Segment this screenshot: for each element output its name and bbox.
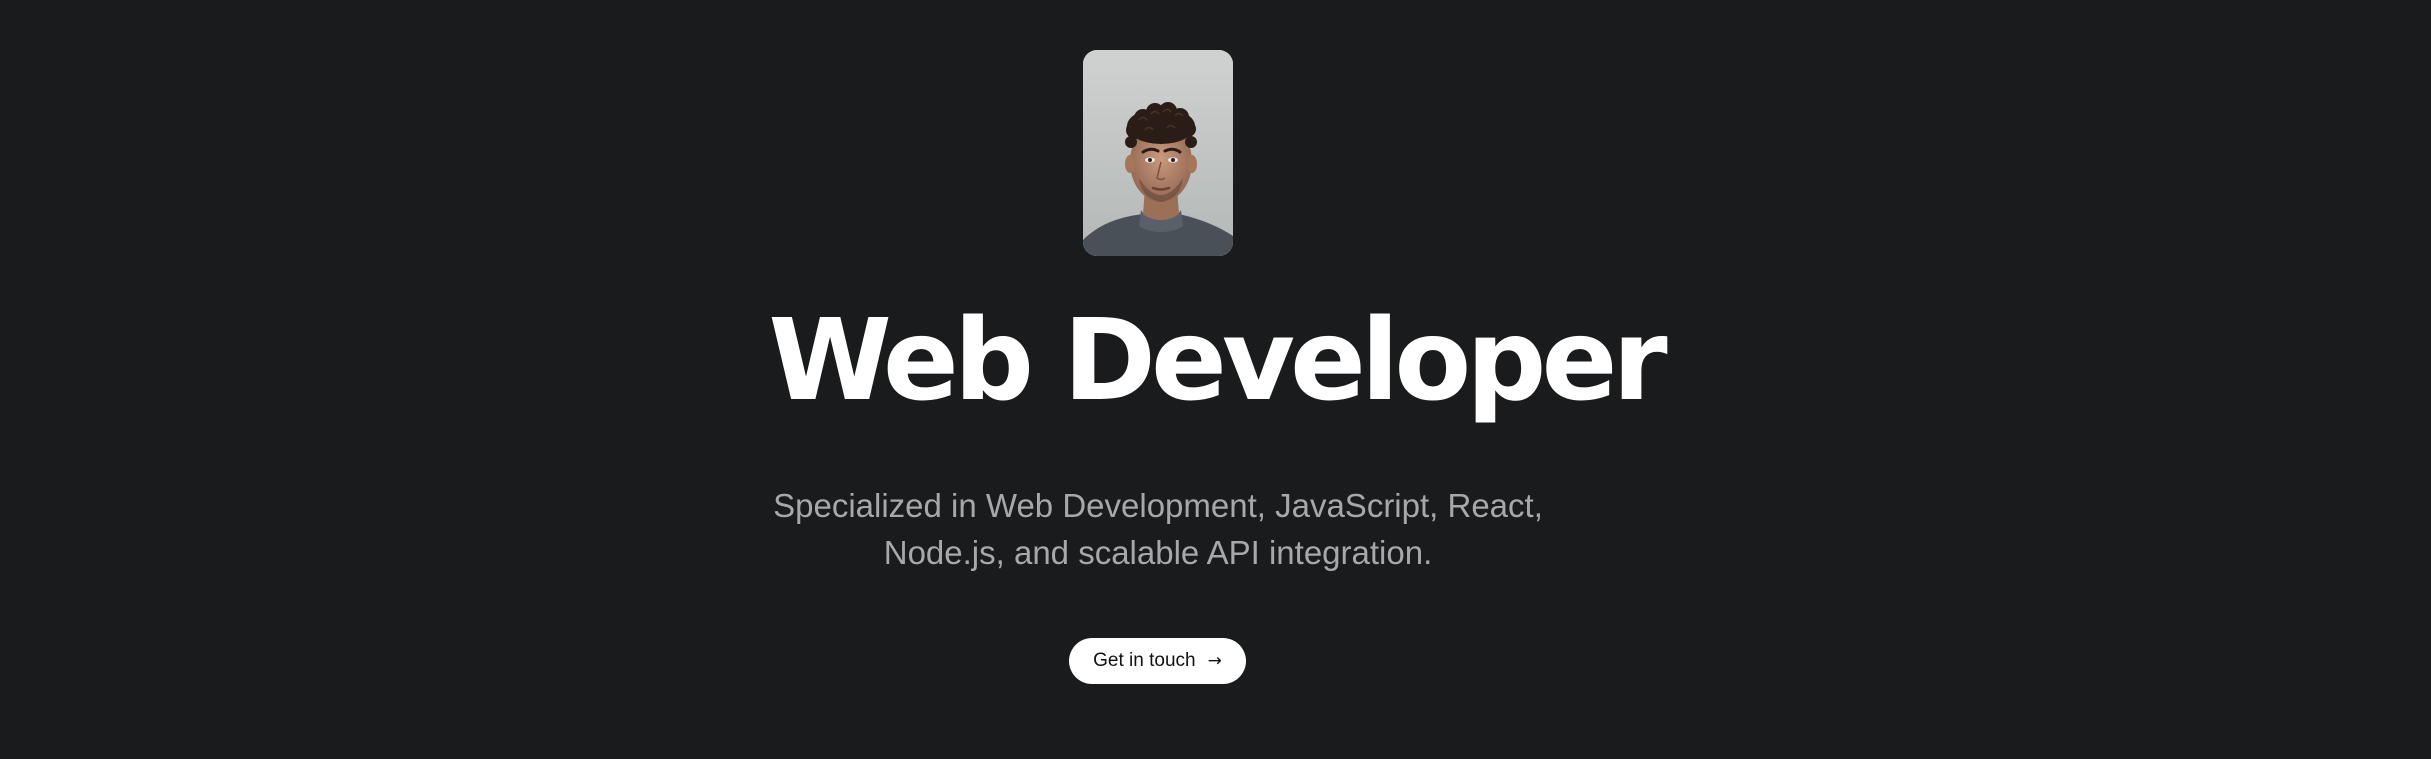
get-in-touch-label: Get in touch xyxy=(1093,650,1196,671)
hero-subtitle: Specialized in Web Development, JavaScri… xyxy=(773,487,1543,571)
avatar-portrait-image xyxy=(1083,50,1233,256)
page-title: Web Developer xyxy=(768,296,1667,426)
avatar xyxy=(1083,50,1233,256)
arrow-right-icon: → xyxy=(1207,650,1222,671)
hero-section: Web Developer Specialized in Web Develop… xyxy=(0,0,2431,759)
get-in-touch-button[interactable]: Get in touch → xyxy=(1069,638,1246,684)
